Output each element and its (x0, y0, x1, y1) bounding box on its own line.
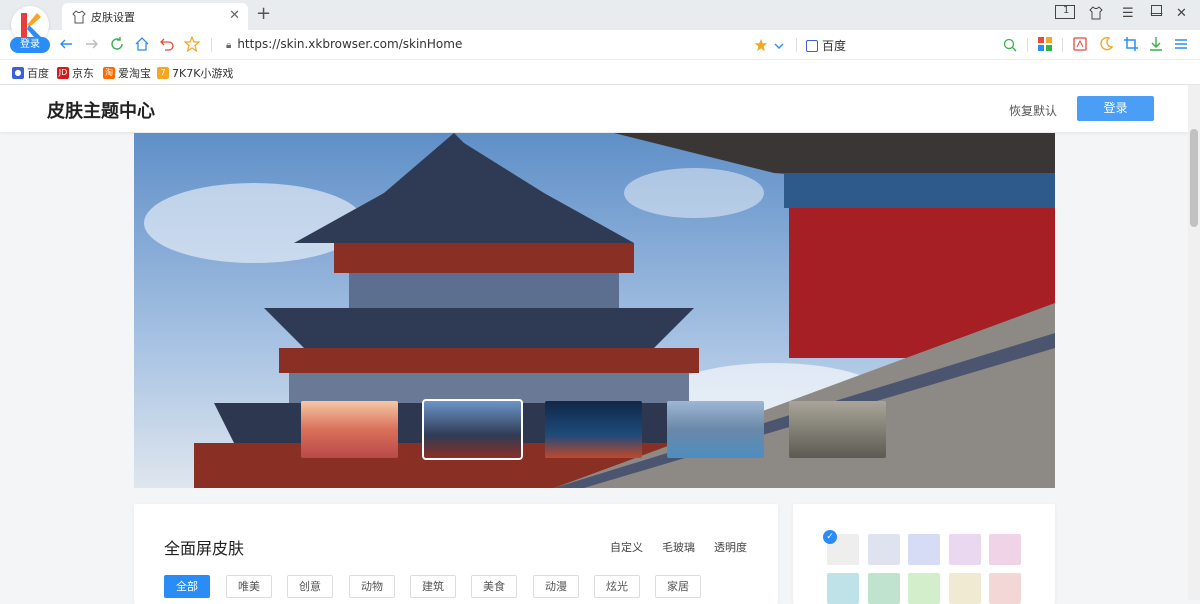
option-frosted-glass[interactable]: 毛玻璃 (662, 539, 695, 555)
divider (796, 38, 797, 52)
url-text: https://skin.xkbrowser.com/skinHome (237, 37, 463, 51)
page-header: 皮肤主题中心 恢复默认 登录 (0, 85, 1188, 132)
new-tab-button[interactable]: + (256, 3, 271, 24)
download-icon[interactable] (1148, 36, 1166, 54)
color-swatch[interactable] (989, 534, 1021, 565)
page-title: 皮肤主题中心 (47, 101, 155, 122)
skin-thumbnail-temple-selected[interactable] (422, 399, 523, 460)
color-swatch[interactable] (989, 573, 1021, 604)
jd-icon: JD (57, 67, 69, 79)
shirt-icon (72, 9, 86, 28)
fullscreen-skin-section: 全面屏皮肤 自定义 毛玻璃 透明度 全部 唯美 创意 动物 建筑 美食 动漫 炫… (134, 504, 778, 604)
forward-icon[interactable] (84, 36, 102, 54)
category-animals[interactable]: 动物 (349, 575, 395, 598)
bookmark-item[interactable]: ● 百度 (12, 65, 49, 81)
bookmarks-bar: ● 百度 JD 京东 淘 爱淘宝 7 7K7K小游戏 (0, 60, 1200, 85)
close-window-icon[interactable]: ✕ (1176, 6, 1187, 21)
color-swatch[interactable] (827, 573, 859, 604)
divider (211, 38, 212, 52)
skin-thumbnail-mountains[interactable] (301, 401, 398, 458)
logo-login-badge[interactable]: 登录 (10, 37, 50, 53)
chevron-down-icon[interactable] (773, 37, 791, 55)
bookmark-label: 百度 (27, 67, 49, 80)
color-swatch-panel: ✓ (793, 504, 1055, 604)
hamburger-menu-icon[interactable] (1173, 36, 1191, 54)
category-glow[interactable]: 炫光 (594, 575, 640, 598)
category-all[interactable]: 全部 (164, 575, 210, 598)
pdf-icon[interactable] (1073, 36, 1091, 54)
color-swatch[interactable] (868, 573, 900, 604)
back-icon[interactable] (58, 36, 76, 54)
color-swatch[interactable] (949, 573, 981, 604)
login-button[interactable]: 登录 (1077, 96, 1154, 121)
skin-thumbnail-lake-yak[interactable] (667, 401, 764, 458)
bookmark-item[interactable]: 淘 爱淘宝 (103, 65, 151, 81)
lock-icon: 🔒︎ (226, 40, 232, 51)
baidu-paw-icon (806, 40, 818, 52)
page-scrollbar[interactable] (1188, 85, 1200, 600)
category-home[interactable]: 家居 (655, 575, 701, 598)
night-mode-icon[interactable] (1098, 36, 1116, 54)
color-swatch[interactable] (868, 534, 900, 565)
bookmark-label: 京东 (72, 67, 94, 80)
tab-title: 皮肤设置 (91, 11, 135, 24)
category-beautiful[interactable]: 唯美 (226, 575, 272, 598)
skin-icon[interactable] (1089, 6, 1103, 24)
maximize-icon[interactable] (1151, 5, 1162, 20)
scrollbar-thumb[interactable] (1190, 129, 1198, 227)
search-icon[interactable] (1003, 37, 1021, 55)
option-transparency[interactable]: 透明度 (714, 539, 747, 555)
bookmark-star-icon[interactable] (754, 37, 772, 55)
category-architecture[interactable]: 建筑 (410, 575, 456, 598)
search-engine-label: 百度 (822, 39, 847, 53)
bookmark-label: 7K7K小游戏 (172, 67, 234, 80)
apps-grid-icon[interactable] (1038, 36, 1056, 54)
address-toolbar: 🔒︎ https://skin.xkbrowser.com/skinHome 百度 (0, 30, 1200, 60)
bookmark-label: 爱淘宝 (118, 67, 151, 80)
tab-bar: 皮肤设置 ✕ + 1 ☰ — ✕ (0, 0, 1200, 30)
section-title: 全面屏皮肤 (164, 539, 245, 558)
category-creative[interactable]: 创意 (287, 575, 333, 598)
taobao-icon: 淘 (103, 67, 115, 79)
undo-close-icon[interactable] (159, 36, 177, 54)
home-icon[interactable] (134, 36, 152, 54)
color-swatch[interactable] (949, 534, 981, 565)
baidu-icon: ● (12, 67, 24, 79)
search-engine-selector[interactable]: 百度 (806, 37, 846, 54)
close-tab-icon[interactable]: ✕ (229, 8, 240, 23)
tab-skin-settings[interactable]: 皮肤设置 ✕ (62, 3, 248, 30)
color-swatch[interactable] (908, 573, 940, 604)
selected-check-icon: ✓ (823, 530, 837, 544)
reset-default-link[interactable]: 恢复默认 (1009, 102, 1057, 119)
category-anime[interactable]: 动漫 (533, 575, 579, 598)
divider (1062, 38, 1063, 52)
address-bar[interactable]: 🔒︎ https://skin.xkbrowser.com/skinHome (226, 37, 462, 51)
option-custom[interactable]: 自定义 (610, 539, 643, 555)
tab-count: 1 (1063, 5, 1070, 16)
color-swatch[interactable] (908, 534, 940, 565)
browser-logo[interactable]: 登录 (8, 4, 52, 53)
tab-count-icon[interactable]: 1 (1055, 5, 1075, 23)
skin-thumbnail-pagoda-night[interactable] (545, 401, 642, 458)
skin-thumbnail-teapot[interactable] (789, 401, 886, 458)
bookmark-item[interactable]: 7 7K7K小游戏 (157, 65, 233, 81)
hero-banner-image (134, 133, 1055, 488)
refresh-icon[interactable] (109, 36, 127, 54)
category-food[interactable]: 美食 (471, 575, 517, 598)
crop-screenshot-icon[interactable] (1123, 36, 1141, 54)
divider (1027, 38, 1028, 52)
game-icon: 7 (157, 67, 169, 79)
bookmark-item[interactable]: JD 京东 (57, 65, 94, 81)
menu-icon[interactable]: ☰ (1122, 6, 1134, 21)
favorite-star-icon[interactable] (183, 35, 202, 54)
